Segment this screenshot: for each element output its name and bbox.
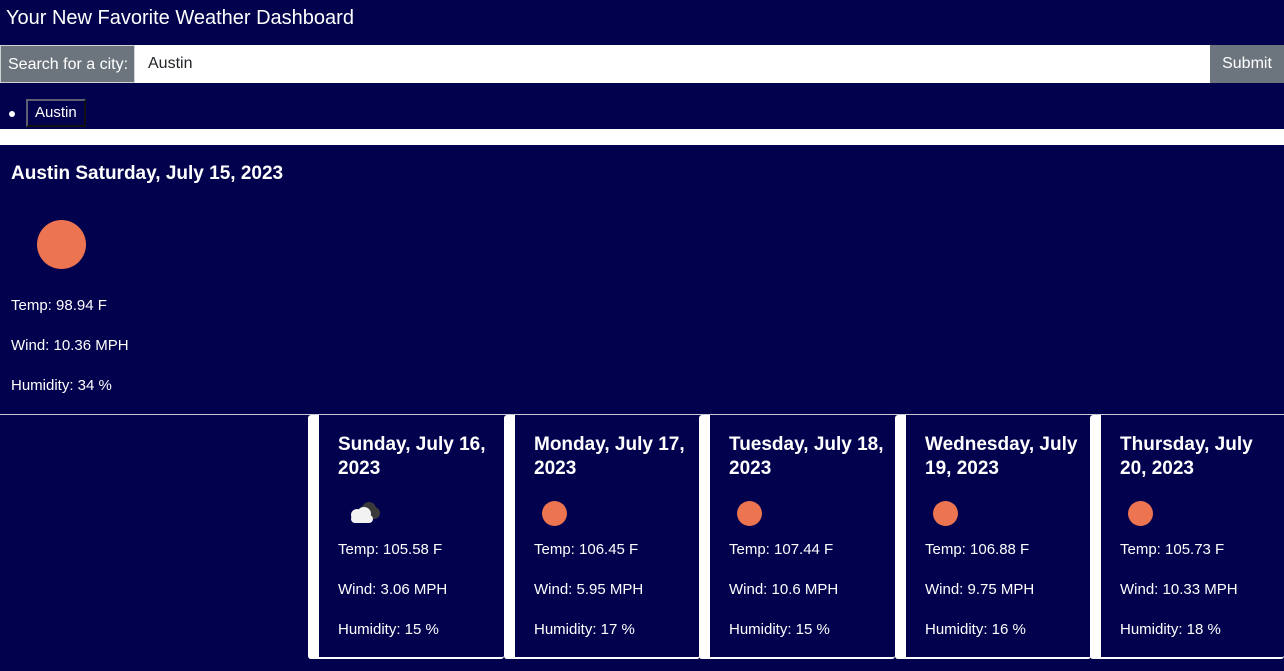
divider-band bbox=[0, 129, 1284, 145]
forecast-date: Tuesday, July 18, 2023 bbox=[729, 434, 884, 479]
forecast-humidity: Humidity: 15 % bbox=[729, 621, 830, 638]
sun-icon bbox=[933, 501, 958, 526]
forecast-wind: Wind: 9.75 MPH bbox=[925, 581, 1035, 598]
forecast-temp: Temp: 105.73 F bbox=[1120, 541, 1225, 558]
current-weather: Austin Saturday, July 15, 2023 Temp: 98.… bbox=[0, 145, 1284, 415]
forecast-date: Thursday, July 20, 2023 bbox=[1120, 434, 1253, 479]
sun-icon bbox=[37, 220, 86, 269]
search-label: Search for a city: bbox=[0, 45, 135, 83]
forecast-card: Wednesday, July 19, 2023 Temp: 106.88 F … bbox=[895, 415, 1091, 659]
forecast-date: Sunday, July 16, 2023 bbox=[338, 434, 486, 479]
submit-button[interactable]: Submit bbox=[1210, 45, 1284, 83]
forecast-humidity: Humidity: 15 % bbox=[338, 621, 439, 638]
current-heading: Austin Saturday, July 15, 2023 bbox=[11, 163, 284, 184]
sun-icon bbox=[1128, 501, 1153, 526]
current-temp: Temp: 98.94 F bbox=[11, 297, 107, 314]
forecast-humidity: Humidity: 18 % bbox=[1120, 621, 1221, 638]
forecast-temp: Temp: 106.88 F bbox=[925, 541, 1030, 558]
app-header: Your New Favorite Weather Dashboard bbox=[0, 0, 1284, 45]
forecast-wind: Wind: 10.33 MPH bbox=[1120, 581, 1238, 598]
list-bullet bbox=[9, 111, 15, 117]
forecast-wind: Wind: 10.6 MPH bbox=[729, 581, 839, 598]
current-wind: Wind: 10.36 MPH bbox=[11, 337, 129, 354]
forecast-humidity: Humidity: 16 % bbox=[925, 621, 1026, 638]
forecast-date: Wednesday, July 19, 2023 bbox=[925, 434, 1078, 479]
cloud-icon bbox=[351, 502, 380, 523]
forecast-wind: Wind: 3.06 MPH bbox=[338, 581, 448, 598]
history-city-button[interactable]: Austin bbox=[26, 99, 86, 127]
sun-icon bbox=[542, 501, 567, 526]
forecast-wind: Wind: 5.95 MPH bbox=[534, 581, 644, 598]
city-search-input[interactable] bbox=[135, 45, 1210, 83]
forecast-date: Monday, July 17, 2023 bbox=[534, 434, 685, 479]
forecast-temp: Temp: 105.58 F bbox=[338, 541, 443, 558]
current-humidity: Humidity: 34 % bbox=[11, 377, 112, 394]
forecast-card: Monday, July 17, 2023 Temp: 106.45 F Win… bbox=[504, 415, 700, 659]
page-title: Your New Favorite Weather Dashboard bbox=[6, 7, 354, 29]
five-day-forecast: Sunday, July 16, 2023 Temp: 105.58 F Win… bbox=[308, 415, 1284, 659]
forecast-temp: Temp: 107.44 F bbox=[729, 541, 834, 558]
forecast-humidity: Humidity: 17 % bbox=[534, 621, 635, 638]
forecast-card: Sunday, July 16, 2023 Temp: 105.58 F Win… bbox=[308, 415, 504, 659]
forecast-card: Tuesday, July 18, 2023 Temp: 107.44 F Wi… bbox=[699, 415, 895, 659]
search-bar: Search for a city: Submit bbox=[0, 45, 1284, 83]
forecast-card: Thursday, July 20, 2023 Temp: 105.73 F W… bbox=[1090, 415, 1284, 659]
forecast-temp: Temp: 106.45 F bbox=[534, 541, 639, 558]
sun-icon bbox=[737, 501, 762, 526]
